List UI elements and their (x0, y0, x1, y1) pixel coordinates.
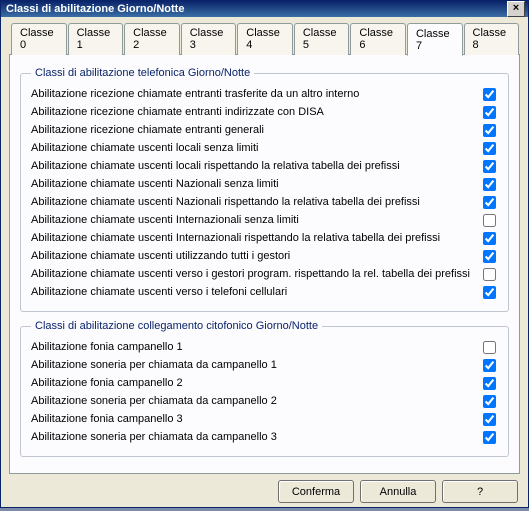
group2-row: Abilitazione fonia campanello 3 (31, 410, 498, 428)
group2-checkbox[interactable] (483, 413, 496, 426)
window-title: Classi di abilitazione Giorno/Notte (6, 3, 507, 15)
dialog-window: Classi di abilitazione Giorno/Notte × Cl… (0, 0, 529, 508)
tab-classe-3[interactable]: Classe 3 (181, 23, 237, 55)
group2-row: Abilitazione soneria per chiamata da cam… (31, 428, 498, 446)
group1-row: Abilitazione chiamate uscenti locali ris… (31, 157, 498, 175)
tab-classe-0[interactable]: Classe 0 (11, 23, 67, 55)
group1-label: Abilitazione ricezione chiamate entranti… (31, 124, 477, 136)
group2-row: Abilitazione fonia campanello 2 (31, 374, 498, 392)
group1-checkbox[interactable] (483, 142, 496, 155)
tab-classe-2[interactable]: Classe 2 (124, 23, 180, 55)
group1-checkbox[interactable] (483, 160, 496, 173)
group1-checkbox[interactable] (483, 232, 496, 245)
group2-checkbox[interactable] (483, 377, 496, 390)
group-citofonico: Classi di abilitazione collegamento cito… (20, 320, 509, 457)
group2-label: Abilitazione fonia campanello 3 (31, 413, 477, 425)
help-button[interactable]: ? (442, 480, 518, 503)
group1-label: Abilitazione chiamate uscenti Nazionali … (31, 196, 477, 208)
group1-label: Abilitazione ricezione chiamate entranti… (31, 88, 477, 100)
group1-checkbox[interactable] (483, 286, 496, 299)
group1-row: Abilitazione ricezione chiamate entranti… (31, 103, 498, 121)
group1-checkbox[interactable] (483, 124, 496, 137)
group2-checkbox[interactable] (483, 359, 496, 372)
group1-row: Abilitazione ricezione chiamate entranti… (31, 85, 498, 103)
group1-label: Abilitazione chiamate uscenti locali sen… (31, 142, 477, 154)
group1-checkbox[interactable] (483, 214, 496, 227)
tab-classe-7[interactable]: Classe 7 (407, 23, 463, 56)
group2-label: Abilitazione soneria per chiamata da cam… (31, 359, 477, 371)
group1-checkbox[interactable] (483, 268, 496, 281)
group1-label: Abilitazione ricezione chiamate entranti… (31, 106, 477, 118)
group2-row: Abilitazione soneria per chiamata da cam… (31, 392, 498, 410)
tabstrip: Classe 0Classe 1Classe 2Classe 3Classe 4… (9, 23, 520, 55)
group2-checkbox[interactable] (483, 431, 496, 444)
confirm-button[interactable]: Conferma (278, 480, 354, 503)
button-row: Conferma Annulla ? (9, 474, 520, 503)
group1-row: Abilitazione ricezione chiamate entranti… (31, 121, 498, 139)
group1-row: Abilitazione chiamate uscenti Nazionali … (31, 193, 498, 211)
tab-panel: Classi di abilitazione telefonica Giorno… (9, 54, 520, 474)
tab-classe-6[interactable]: Classe 6 (350, 23, 406, 55)
tab-classe-1[interactable]: Classe 1 (68, 23, 124, 55)
group2-label: Abilitazione soneria per chiamata da cam… (31, 431, 477, 443)
group2-checkbox[interactable] (483, 395, 496, 408)
group1-label: Abilitazione chiamate uscenti Nazionali … (31, 178, 477, 190)
group1-row: Abilitazione chiamate uscenti locali sen… (31, 139, 498, 157)
close-icon[interactable]: × (507, 1, 525, 17)
client-area: Classe 0Classe 1Classe 2Classe 3Classe 4… (1, 17, 528, 511)
group1-checkbox[interactable] (483, 196, 496, 209)
group1-checkbox[interactable] (483, 250, 496, 263)
tab-classe-8[interactable]: Classe 8 (464, 23, 520, 55)
group1-label: Abilitazione chiamate uscenti Internazio… (31, 232, 477, 244)
group1-label: Abilitazione chiamate uscenti utilizzand… (31, 250, 477, 262)
group1-checkbox[interactable] (483, 178, 496, 191)
titlebar: Classi di abilitazione Giorno/Notte × (1, 1, 528, 17)
group1-label: Abilitazione chiamate uscenti Internazio… (31, 214, 477, 226)
group1-row: Abilitazione chiamate uscenti verso i te… (31, 283, 498, 301)
group1-label: Abilitazione chiamate uscenti verso i te… (31, 286, 477, 298)
group-citofonico-legend: Classi di abilitazione collegamento cito… (31, 320, 322, 332)
group1-row: Abilitazione chiamate uscenti Internazio… (31, 229, 498, 247)
group2-row: Abilitazione fonia campanello 1 (31, 338, 498, 356)
tab-classe-5[interactable]: Classe 5 (294, 23, 350, 55)
group2-row: Abilitazione soneria per chiamata da cam… (31, 356, 498, 374)
group1-row: Abilitazione chiamate uscenti utilizzand… (31, 247, 498, 265)
group1-label: Abilitazione chiamate uscenti verso i ge… (31, 268, 477, 280)
group2-label: Abilitazione fonia campanello 2 (31, 377, 477, 389)
cancel-button[interactable]: Annulla (360, 480, 436, 503)
group1-row: Abilitazione chiamate uscenti Nazionali … (31, 175, 498, 193)
group2-label: Abilitazione soneria per chiamata da cam… (31, 395, 477, 407)
group-telefonica-legend: Classi di abilitazione telefonica Giorno… (31, 67, 254, 79)
group2-checkbox[interactable] (483, 341, 496, 354)
group1-label: Abilitazione chiamate uscenti locali ris… (31, 160, 477, 172)
group1-row: Abilitazione chiamate uscenti Internazio… (31, 211, 498, 229)
group1-checkbox[interactable] (483, 106, 496, 119)
group1-checkbox[interactable] (483, 88, 496, 101)
group-telefonica: Classi di abilitazione telefonica Giorno… (20, 67, 509, 312)
tab-classe-4[interactable]: Classe 4 (237, 23, 293, 55)
group2-label: Abilitazione fonia campanello 1 (31, 341, 477, 353)
group1-row: Abilitazione chiamate uscenti verso i ge… (31, 265, 498, 283)
